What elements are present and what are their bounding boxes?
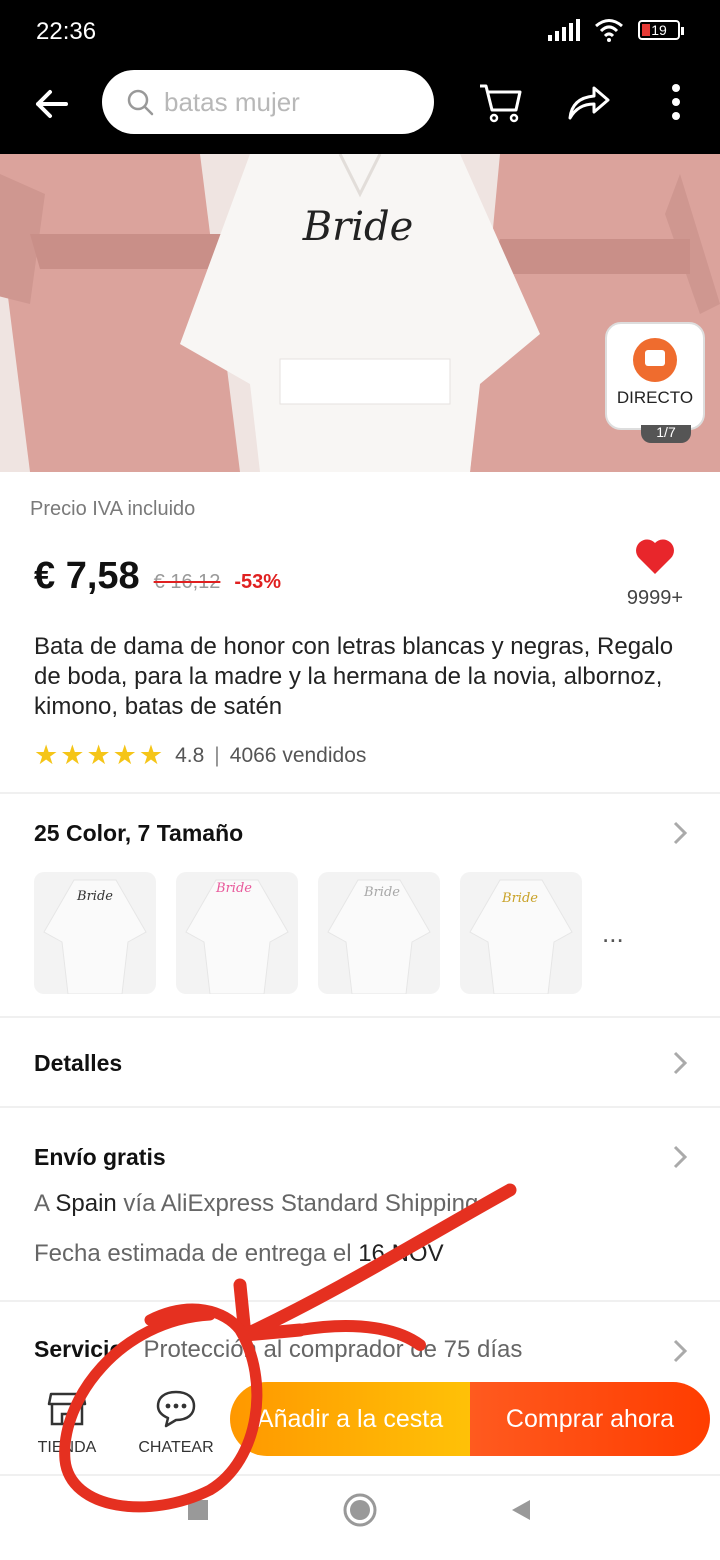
rating-stars: ★ ★ ★ ★ ★ [34, 742, 163, 769]
chat-icon [156, 1390, 196, 1428]
star-icon: ★ [60, 740, 85, 770]
thumb-print-text: Bride [76, 889, 113, 904]
delivery-estimate: Fecha estimada de entrega el 16 NOV [34, 1240, 444, 1268]
heart-icon [636, 539, 674, 574]
thumb-print-text: Bride [363, 885, 400, 900]
battery-icon: 19 [638, 20, 684, 40]
thumb-print-text: Bride [215, 881, 252, 896]
rating-value: 4.8 [175, 743, 205, 767]
image-counter: 1/7 [641, 425, 691, 443]
variant-thumb[interactable]: Bride [176, 872, 298, 994]
store-label: TIENDA [37, 1439, 97, 1456]
variant-thumb[interactable]: Bride [34, 872, 156, 994]
signal-icon [548, 19, 580, 41]
live-badge[interactable]: DIRECTO [605, 322, 705, 430]
store-icon [47, 1392, 87, 1426]
variant-thumb[interactable]: Bride [318, 872, 440, 994]
service-title: Servicio [34, 1336, 124, 1362]
divider [0, 1300, 720, 1302]
back-arrow-icon[interactable] [30, 82, 74, 126]
status-time: 22:36 [36, 18, 97, 45]
thumb-print-text: Bride [501, 891, 538, 906]
variants-title[interactable]: 25 Color, 7 Tamaño [34, 820, 243, 847]
chevron-right-icon[interactable] [670, 818, 690, 848]
wifi-icon [595, 19, 623, 42]
top-nav [0, 64, 720, 154]
store-button[interactable]: TIENDA [22, 1380, 112, 1472]
vat-note: Precio IVA incluido [30, 498, 196, 520]
status-bar: 22:36 19 [0, 0, 720, 64]
original-price: € 16,12 [153, 571, 221, 593]
divider [0, 1016, 720, 1018]
star-icon: ★ [112, 740, 137, 770]
details-title[interactable]: Detalles [34, 1050, 122, 1077]
shipping-title[interactable]: Envío gratis [34, 1144, 166, 1171]
home-icon[interactable] [342, 1492, 378, 1528]
variant-thumb[interactable]: Bride [460, 872, 582, 994]
service-row[interactable]: Servicio Protección al comprador de 75 d… [34, 1336, 522, 1364]
price-row: € 7,58 € 16,12 -53% [34, 555, 281, 598]
rating-separator: | [214, 743, 220, 767]
star-icon: ★ [34, 740, 59, 770]
product-title: Bata de dama de honor con letras blancas… [34, 633, 674, 720]
add-to-cart-button[interactable]: Añadir a la cesta [230, 1382, 470, 1456]
live-stream-icon [633, 338, 677, 382]
action-bar: TIENDA CHATEAR Añadir a la cesta Comprar… [0, 1380, 720, 1472]
star-icon: ★ [138, 740, 164, 770]
wishlist-count: 9999+ [626, 587, 684, 609]
shipping-route: A Spain vía AliExpress Standard Shipping [34, 1190, 478, 1218]
delivery-estimate-prefix: Fecha estimada de entrega el [34, 1240, 359, 1267]
chevron-right-icon[interactable] [670, 1048, 690, 1078]
divider [0, 1106, 720, 1108]
search-icon [127, 89, 154, 116]
chevron-right-icon[interactable] [670, 1142, 690, 1172]
divider [0, 792, 720, 794]
buy-now-button[interactable]: Comprar ahora [470, 1382, 710, 1456]
more-menu-icon[interactable] [652, 78, 700, 126]
cart-icon[interactable] [476, 78, 524, 126]
chat-button[interactable]: CHATEAR [131, 1380, 221, 1472]
delivery-date: 16 NOV [358, 1240, 444, 1267]
shipping-country: Spain [55, 1190, 117, 1217]
star-icon: ★ [86, 740, 111, 770]
sold-count: 4066 vendidos [229, 743, 367, 767]
robe-print-text: Bride [302, 204, 414, 250]
variant-thumbnails: Bride Bride Bride Bride ... [34, 872, 624, 994]
share-icon[interactable] [564, 78, 612, 126]
search-box[interactable] [102, 70, 434, 134]
shipping-route-prefix: A [34, 1190, 56, 1217]
back-nav-icon[interactable] [508, 1496, 536, 1524]
rating-row[interactable]: ★ ★ ★ ★ ★ 4.8 | 4066 vendidos [34, 742, 366, 769]
battery-level: 19 [651, 22, 667, 38]
current-price: € 7,58 [34, 555, 140, 597]
discount-badge: -53% [234, 571, 282, 593]
shipping-method: vía AliExpress Standard Shipping [116, 1190, 479, 1217]
live-badge-label: DIRECTO [616, 388, 694, 407]
system-nav-bar [0, 1474, 720, 1560]
recents-icon[interactable] [184, 1496, 212, 1524]
more-variants[interactable]: ... [602, 918, 624, 949]
chat-label: CHATEAR [138, 1439, 214, 1456]
service-text: Protección al comprador de 75 días [143, 1336, 523, 1363]
search-input[interactable] [164, 86, 404, 118]
status-icons: 19 [548, 18, 684, 42]
chevron-right-icon[interactable] [670, 1336, 690, 1366]
wishlist-button[interactable]: 9999+ [620, 538, 690, 610]
